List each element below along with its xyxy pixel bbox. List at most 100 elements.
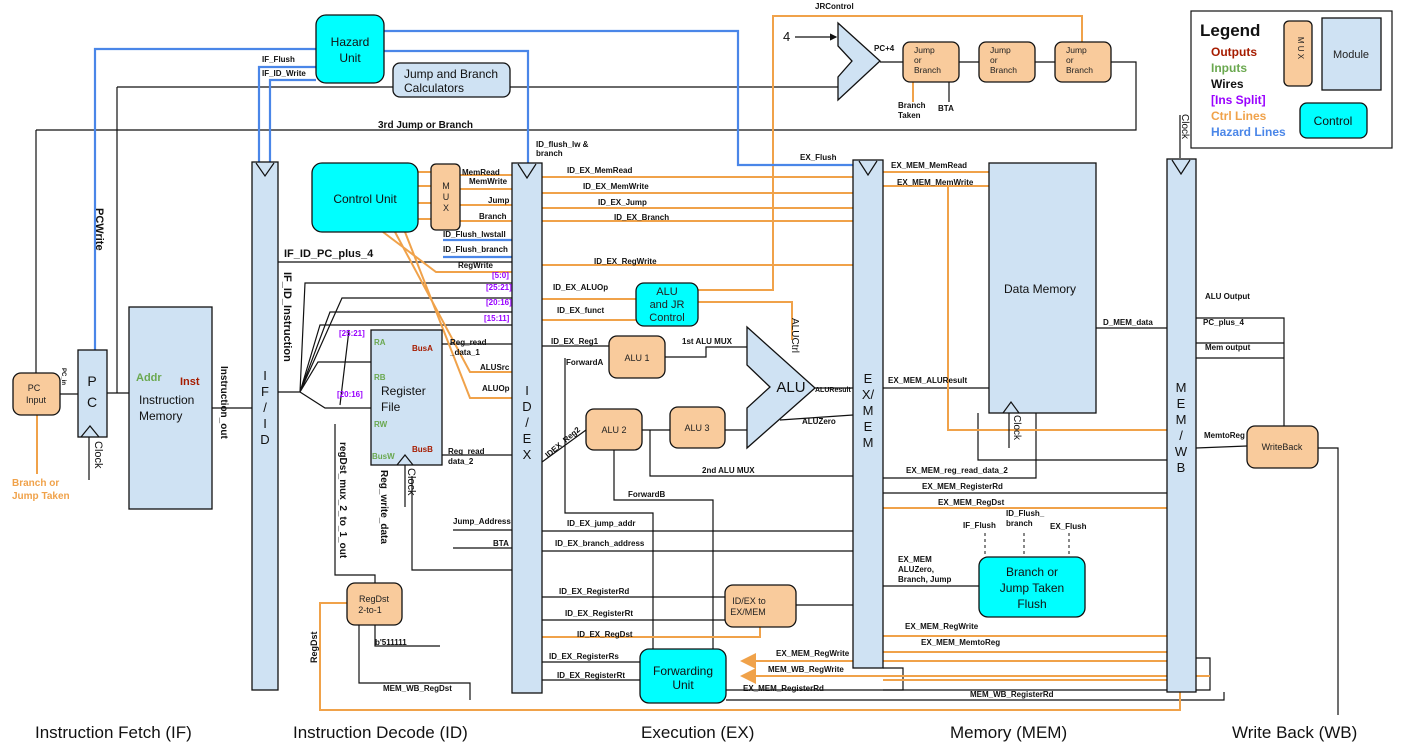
jump-or-branch-mux[interactable]: JumporBranch	[978, 41, 1036, 83]
jump-or-branch-label: or	[1066, 55, 1074, 65]
alu-jr-control[interactable]: ALU and JR Control	[635, 282, 699, 327]
busa-port: BusA	[412, 344, 433, 353]
s-15-11-label: [15:11]	[484, 314, 510, 323]
aluresult-label: ALUResult	[815, 387, 851, 394]
mem-wb-registerrd-label: MEM_WB_RegisterRd	[970, 690, 1054, 699]
id-ex-memread-label: ID_EX_MemRead	[567, 166, 632, 175]
idex-reg2-label: IDEX_Reg2	[544, 425, 583, 460]
branch-taken-1-label: Branch	[898, 101, 926, 110]
pipeline-register-letter: B	[1177, 460, 1186, 475]
id-ex-jump-label: ID_EX_Jump	[598, 198, 647, 207]
control-mux[interactable]: M U X	[430, 163, 461, 231]
reg-read-1b-label: _data_1	[449, 348, 480, 357]
aluctrl-label: ALUCtrl	[789, 318, 800, 353]
b511111-label: b'511111	[375, 638, 407, 647]
clock-wb-label: Clock	[1179, 114, 1190, 140]
reg-file-label: File	[381, 400, 401, 414]
id-ex-registerrt-fw-label: ID_EX_RegisterRt	[557, 671, 625, 680]
flush-id-1-label: ID_Flush_	[1006, 509, 1045, 518]
pipeline-register-letter: X	[523, 447, 532, 462]
stage-label: Write Back (WB)	[1232, 723, 1357, 742]
pipeline-register-letter: /	[263, 400, 267, 415]
flush-ex-label: EX_Flush	[1050, 522, 1087, 531]
jump-or-branch-label: Jump	[990, 45, 1011, 55]
data-wires	[35, 33, 1339, 715]
forwarda-label: ForwardA	[566, 358, 604, 367]
pc-plus-4-wb-label: PC_plus_4	[1203, 318, 1244, 327]
id-flush-lw-1-label: ID_flush_lw &	[536, 140, 589, 149]
branch-jump-flush[interactable]: Branch or Jump Taken Flush	[978, 556, 1086, 618]
pc-input-label: PC	[28, 383, 41, 393]
stage-label: Instruction Fetch (IF)	[35, 723, 192, 742]
stage-label: Execution (EX)	[641, 723, 754, 742]
rw-port: RW	[374, 420, 388, 429]
alu-2-mux[interactable]: ALU 2	[585, 408, 643, 451]
forwarding-unit[interactable]: Forwarding Unit	[639, 648, 727, 704]
instruction-memory[interactable]: Instruction Memory Addr Inst	[128, 306, 213, 510]
legend-mux: M U X	[1296, 37, 1305, 60]
legend-hazard-lines: Hazard Lines	[1211, 125, 1286, 139]
id-flush-lwstall-label: ID_Flush_lwstall	[443, 230, 506, 239]
regdst-mux[interactable]: RegDst 2-to-1	[346, 582, 403, 626]
alu-1-mux[interactable]: ALU 1	[608, 335, 666, 379]
fw-ex-mem-registerrd-label: EX_MEM_RegisterRd	[743, 684, 824, 693]
hazard-unit[interactable]: Hazard Unit	[315, 14, 385, 84]
inst-port: Inst	[180, 376, 200, 388]
jump-or-branch-label: or	[914, 55, 922, 65]
mem-wb-register[interactable]: MEM/WB	[1166, 158, 1197, 693]
bta-label: BTA	[493, 539, 509, 548]
hazard-unit-label: Unit	[339, 51, 361, 65]
legend-module: Module	[1333, 49, 1369, 61]
idex-exmem-label: ID/EX to	[732, 596, 766, 606]
exmem-sig-3-label: Branch, Jump	[898, 575, 951, 584]
flush-if-label: IF_Flush	[963, 521, 996, 530]
alu-jr-label: ALU	[656, 286, 677, 298]
data-mem-label: Data Memory	[1004, 282, 1076, 296]
id-ex-jump-addr-label: ID_EX_jump_addr	[567, 519, 635, 528]
jump-or-branch-mux[interactable]: JumporBranch	[1054, 41, 1112, 83]
idex-exmem-label: EX/MEM	[730, 607, 766, 617]
stage-label: Instruction Decode (ID)	[293, 723, 468, 742]
fw-ex-mem-regwrite-label: EX_MEM_RegWrite	[776, 649, 850, 658]
clock-dm-label: Clock	[1011, 415, 1022, 441]
jump-branch-calculators[interactable]: Jump and Branch Calculators	[392, 62, 511, 98]
if-id-register[interactable]: IF/ID	[251, 161, 279, 691]
id-ex-reg1-label: ID_EX_Reg1	[551, 337, 599, 346]
id-ex-register[interactable]: ID/EX	[511, 162, 543, 694]
id-ex-regdst-label: ID_EX_RegDst	[577, 630, 633, 639]
clock-pc-label: Clock	[92, 441, 104, 469]
writeback-label: WriteBack	[1262, 442, 1303, 452]
data-memory[interactable]: Data Memory	[988, 162, 1097, 448]
idex-to-exmem[interactable]: ID/EX to EX/MEM	[724, 584, 797, 628]
pipeline-register-letter: E	[864, 371, 873, 386]
bj-flush-label: Flush	[1017, 597, 1046, 611]
id-ex-registerrs-label: ID_EX_RegisterRs	[549, 652, 619, 661]
s-20-16-label: [20:16]	[486, 298, 512, 307]
ra-port: RA	[374, 338, 386, 347]
forwarding-label: Forwarding	[653, 664, 713, 678]
ex-mem-regdst-label: EX_MEM_RegDst	[938, 498, 1005, 507]
legend-ins-split: [Ins Split]	[1211, 93, 1266, 107]
pipeline-register-letter: I	[263, 368, 267, 383]
legend: Legend Outputs Inputs Wires [Ins Split] …	[1190, 10, 1393, 149]
jump-or-branch-mux[interactable]: JumporBranch	[902, 41, 960, 83]
alusrc-label: ALUSrc	[480, 363, 510, 372]
d-mem-data-label: D_MEM_data	[1103, 318, 1153, 327]
clock-rf-label: Clock	[405, 468, 417, 496]
alu-3-mux[interactable]: ALU 3	[669, 406, 726, 449]
control-unit[interactable]: Control Unit	[311, 162, 419, 233]
pipeline-register-letter: I	[263, 416, 267, 431]
legend-inputs: Inputs	[1211, 61, 1247, 75]
pc-input[interactable]: PC Input	[12, 372, 61, 416]
pc-plus-4-label: PC+4	[874, 44, 895, 53]
mux-letter: X	[443, 203, 449, 213]
ex-mem-memread-label: EX_MEM_MemRead	[891, 161, 967, 170]
writeback-mux[interactable]: WriteBack	[1246, 425, 1319, 469]
ex-mem-register[interactable]: EX/MEM	[852, 159, 884, 669]
jb-calc-label: Jump and Branch	[404, 67, 498, 81]
alu[interactable]: ALU	[746, 325, 816, 450]
memread-label: MemRead	[462, 168, 500, 177]
if-id-instruction-label: IF_ID_Instruction	[281, 272, 293, 362]
jrcontrol-label: JRControl	[815, 2, 854, 11]
rf-20-16-label: [20:16]	[337, 390, 363, 399]
